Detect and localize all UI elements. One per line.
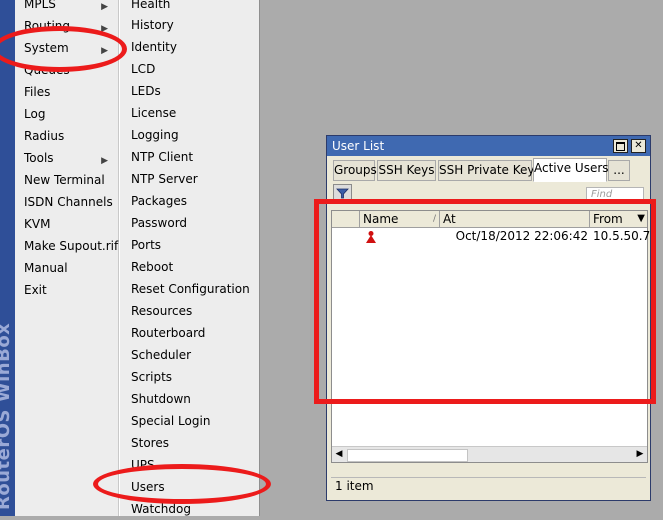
submenu-item-ntp-client[interactable]: NTP Client bbox=[120, 146, 259, 168]
submenu-item-stores[interactable]: Stores bbox=[120, 432, 259, 454]
window-titlebar[interactable]: User List ✕ bbox=[327, 136, 650, 156]
horizontal-scrollbar[interactable]: ◀ ▶ bbox=[332, 446, 647, 462]
close-icon: ✕ bbox=[634, 140, 643, 151]
tab-ssh-private-keys[interactable]: SSH Private Keys bbox=[438, 160, 541, 181]
menu-item-radius[interactable]: Radius bbox=[15, 125, 118, 147]
maximize-icon bbox=[616, 142, 625, 151]
main-menu: MPLS ▶ Routing ▶ System ▶ Queues Files Log … bbox=[15, 0, 119, 516]
system-submenu: Health History Identity LCD LEDs License… bbox=[119, 0, 260, 516]
menu-item-manual[interactable]: Manual bbox=[15, 257, 118, 279]
submenu-item-health[interactable]: Health bbox=[120, 0, 259, 15]
submenu-item-resources[interactable]: Resources bbox=[120, 300, 259, 322]
tab-more[interactable]: ... bbox=[608, 160, 630, 181]
highlight-users bbox=[93, 464, 271, 504]
menu-item-isdn-channels[interactable]: ISDN Channels bbox=[15, 191, 118, 213]
menu-item-log[interactable]: Log bbox=[15, 103, 118, 125]
menu-item-tools[interactable]: Tools ▶ bbox=[15, 147, 118, 169]
close-button[interactable]: ✕ bbox=[631, 139, 646, 153]
menu-item-new-terminal[interactable]: New Terminal bbox=[15, 169, 118, 191]
tab-active-users[interactable]: Active Users bbox=[533, 158, 609, 182]
menu-item-files[interactable]: Files bbox=[15, 81, 118, 103]
submenu-item-scheduler[interactable]: Scheduler bbox=[120, 344, 259, 366]
menu-item-mpls[interactable]: MPLS ▶ bbox=[15, 0, 118, 15]
tab-ssh-keys[interactable]: SSH Keys bbox=[377, 160, 436, 181]
submenu-item-reboot[interactable]: Reboot bbox=[120, 256, 259, 278]
scroll-left-icon[interactable]: ◀ bbox=[332, 447, 346, 462]
submenu-item-shutdown[interactable]: Shutdown bbox=[120, 388, 259, 410]
highlight-active-users-table bbox=[314, 199, 656, 404]
submenu-item-leds[interactable]: LEDs bbox=[120, 80, 259, 102]
winbox-brand-bar: RouterOS WinBox bbox=[0, 0, 15, 516]
submenu-item-identity[interactable]: Identity bbox=[120, 36, 259, 58]
item-count: 1 item bbox=[335, 479, 374, 493]
submenu-item-special-login[interactable]: Special Login bbox=[120, 410, 259, 432]
menu-item-make-supout[interactable]: Make Supout.rif bbox=[15, 235, 118, 257]
submenu-item-lcd[interactable]: LCD bbox=[120, 58, 259, 80]
scroll-thumb[interactable] bbox=[347, 449, 468, 462]
submenu-item-logging[interactable]: Logging bbox=[120, 124, 259, 146]
maximize-button[interactable] bbox=[613, 139, 628, 153]
submenu-item-history[interactable]: History bbox=[120, 14, 259, 36]
submenu-item-scripts[interactable]: Scripts bbox=[120, 366, 259, 388]
menu-item-kvm[interactable]: KVM bbox=[15, 213, 118, 235]
menu-item-exit[interactable]: Exit bbox=[15, 279, 118, 301]
submenu-item-license[interactable]: License bbox=[120, 102, 259, 124]
submenu-item-routerboard[interactable]: Routerboard bbox=[120, 322, 259, 344]
brand-text: RouterOS WinBox bbox=[0, 322, 14, 510]
submenu-item-password[interactable]: Password bbox=[120, 212, 259, 234]
submenu-item-reset-configuration[interactable]: Reset Configuration bbox=[120, 278, 259, 300]
window-title: User List bbox=[332, 139, 385, 153]
tab-groups[interactable]: Groups bbox=[333, 160, 377, 181]
submenu-item-packages[interactable]: Packages bbox=[120, 190, 259, 212]
scroll-right-icon[interactable]: ▶ bbox=[633, 447, 647, 462]
status-bar: 1 item bbox=[331, 477, 646, 495]
submenu-item-ports[interactable]: Ports bbox=[120, 234, 259, 256]
submenu-item-ntp-server[interactable]: NTP Server bbox=[120, 168, 259, 190]
